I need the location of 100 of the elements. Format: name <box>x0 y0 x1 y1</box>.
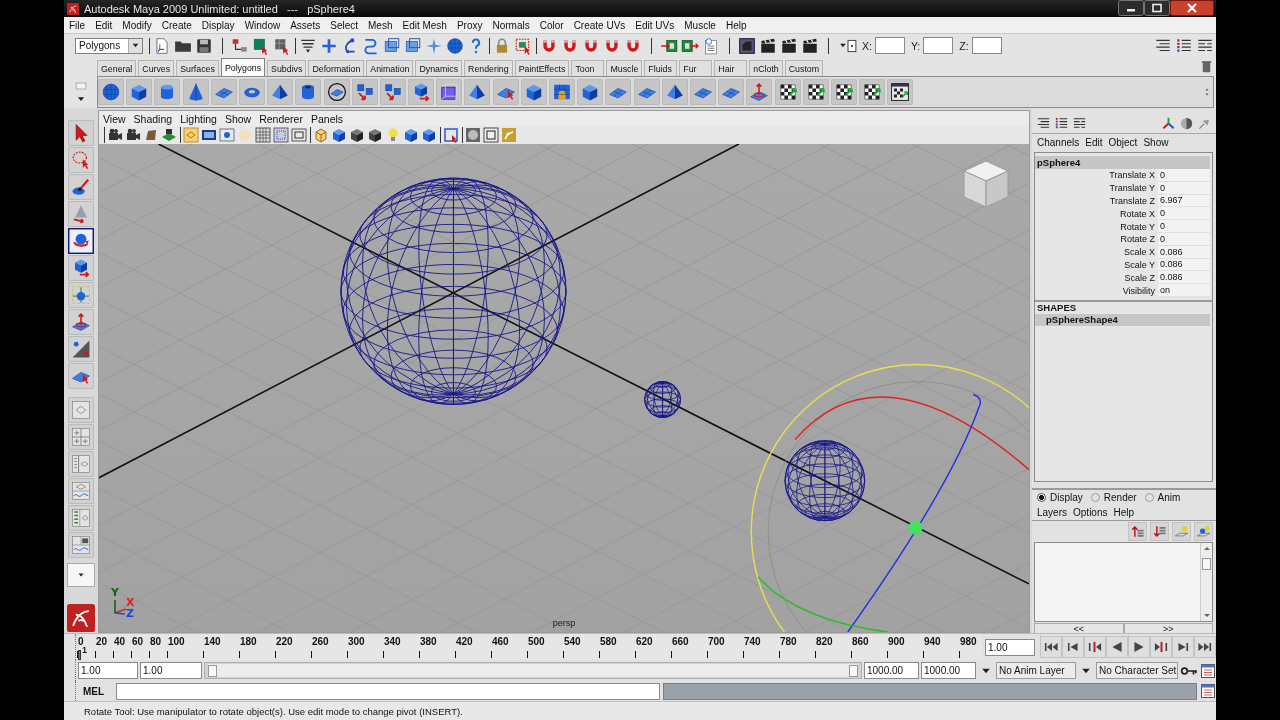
playback-end-field[interactable]: 1000.00 <box>864 662 919 679</box>
object-select-icon[interactable] <box>252 36 270 55</box>
plane-icon[interactable] <box>605 79 632 105</box>
menu-item[interactable]: Muscle <box>679 19 721 31</box>
next-key-icon[interactable] <box>1150 636 1172 658</box>
menu-item[interactable]: Color <box>534 19 569 31</box>
clapperboard-icon[interactable] <box>780 36 798 55</box>
mixed-layout-icon[interactable] <box>67 532 94 558</box>
list-icon[interactable] <box>1072 115 1087 131</box>
shelf-tab[interactable]: Surfaces <box>176 60 219 76</box>
menu-item[interactable]: Show <box>1140 136 1172 148</box>
menu-item[interactable]: Channels <box>1034 136 1083 148</box>
shelf-tab[interactable]: Subdivs <box>267 60 307 76</box>
channel-name[interactable]: Rotate X <box>1035 208 1158 219</box>
outliner-layout-icon[interactable] <box>67 451 94 477</box>
shelf-tab[interactable]: Muscle <box>606 60 643 76</box>
layer-mode-radio[interactable]: Anim <box>1144 491 1181 503</box>
channel-value-field[interactable]: 0 <box>1158 207 1210 221</box>
list-icon[interactable] <box>1054 115 1069 131</box>
menu-item[interactable]: Panels <box>306 112 348 125</box>
range-handle[interactable] <box>208 664 217 677</box>
isolate-select-icon[interactable] <box>443 127 459 143</box>
document-icon[interactable] <box>153 36 171 55</box>
range-handle[interactable] <box>849 664 858 677</box>
channel-value-field[interactable]: on <box>1158 284 1210 297</box>
menu-item[interactable]: Display <box>196 19 240 31</box>
plane-icon[interactable] <box>689 79 716 105</box>
cube-icon[interactable] <box>421 127 437 143</box>
play-backward-icon[interactable] <box>1106 636 1128 658</box>
selection-box-icon[interactable] <box>514 36 532 55</box>
menu-item[interactable]: Modify <box>117 19 157 31</box>
layer-up-icon[interactable] <box>1128 522 1147 541</box>
menu-item[interactable]: Normals <box>487 19 535 31</box>
checkerboard-window-icon[interactable] <box>887 79 914 105</box>
menu-item[interactable]: Help <box>720 19 752 31</box>
list-icon[interactable] <box>1175 36 1193 55</box>
s-curve-icon[interactable] <box>362 36 380 55</box>
layer-list[interactable] <box>1034 542 1213 622</box>
x-ray-icon[interactable] <box>465 127 481 143</box>
hierarchy-icon[interactable] <box>231 36 249 55</box>
wireframe-cube-icon[interactable] <box>313 127 329 143</box>
clapperboard-icon[interactable] <box>759 36 777 55</box>
shelf-tab[interactable]: Hair <box>714 60 748 76</box>
grid-icon[interactable] <box>255 127 271 143</box>
menu-item[interactable]: Layers <box>1034 506 1070 518</box>
character-set-field[interactable]: No Character Set <box>1096 662 1178 679</box>
shelf-tab[interactable]: Custom <box>784 60 824 76</box>
pyramid-icon[interactable] <box>661 79 688 105</box>
frames-icon[interactable] <box>404 36 422 55</box>
coordinate-field[interactable] <box>923 37 954 54</box>
channel-value-field[interactable]: 0 <box>1158 220 1210 233</box>
circled-plane-icon[interactable] <box>323 79 350 105</box>
frames-icon[interactable] <box>383 36 401 55</box>
skip-to-end-icon[interactable] <box>1194 636 1216 658</box>
half-circle-icon[interactable] <box>1179 115 1194 131</box>
sphere-icon[interactable] <box>446 36 464 55</box>
menu-item[interactable]: Shading <box>129 112 177 125</box>
menu-item[interactable]: Options <box>1070 506 1111 518</box>
maximize-icon[interactable] <box>1144 0 1170 16</box>
grid-arch-icon[interactable] <box>549 79 575 105</box>
plane-cursor-icon[interactable] <box>492 79 519 105</box>
menu-item[interactable]: Assets <box>285 19 326 31</box>
trash-can-icon[interactable] <box>1199 59 1214 74</box>
menu-item[interactable]: Edit UVs <box>630 19 680 31</box>
channel-name[interactable]: Scale Z <box>1035 272 1158 283</box>
clapperboard-icon[interactable] <box>801 36 819 55</box>
render-view-icon[interactable] <box>738 36 756 55</box>
menu-item[interactable]: Select <box>325 19 363 31</box>
menu-item[interactable]: View <box>99 112 130 125</box>
shelf-tab[interactable]: Rendering <box>464 60 513 76</box>
plane-icon[interactable] <box>633 79 660 105</box>
history-list-icon[interactable] <box>702 36 720 55</box>
shelf-tab[interactable]: nCloth <box>749 60 783 76</box>
menu-item[interactable]: Renderer <box>255 112 307 125</box>
layer-down-icon[interactable] <box>1150 522 1169 541</box>
menu-item[interactable]: Create <box>156 19 197 31</box>
step-forward-icon[interactable] <box>1172 636 1194 658</box>
layer-mode-radio[interactable]: Render <box>1090 491 1137 503</box>
end-time-field[interactable]: 1000.00 <box>921 662 976 679</box>
field-chart-icon[interactable] <box>291 127 307 143</box>
range-slider[interactable] <box>204 662 862 679</box>
step-back-icon[interactable] <box>1062 636 1084 658</box>
cube-icon[interactable] <box>577 79 604 105</box>
resolution-gate-icon[interactable] <box>219 127 235 143</box>
grid-plane-icon[interactable] <box>161 127 177 143</box>
arrow-cursor-icon[interactable] <box>67 120 94 146</box>
cube-icon[interactable] <box>403 127 419 143</box>
sphere-axes-icon[interactable] <box>67 282 94 308</box>
channel-name[interactable]: Translate Z <box>1035 196 1158 206</box>
time-slider[interactable]: 0 20 40 60 80 100 140 180 220 260 300 340 380 420 460 500 540 580 620 660 700 740 780 820 860 900 940 980 1 <box>79 634 982 660</box>
scrollbar[interactable] <box>1200 543 1212 621</box>
layer-mode-radio[interactable]: Display <box>1037 491 1083 503</box>
shape-node-item[interactable]: pSphereShape4 <box>1035 313 1210 326</box>
channel-name[interactable]: Rotate Z <box>1035 234 1158 245</box>
current-time-marker[interactable] <box>77 650 81 660</box>
cone-icon[interactable] <box>182 79 209 105</box>
component-select-icon[interactable] <box>273 36 291 55</box>
current-frame-field[interactable]: 1.00 <box>985 638 1035 656</box>
channel-name[interactable]: Scale Y <box>1035 259 1158 270</box>
shelf-tab[interactable]: General <box>97 60 137 76</box>
